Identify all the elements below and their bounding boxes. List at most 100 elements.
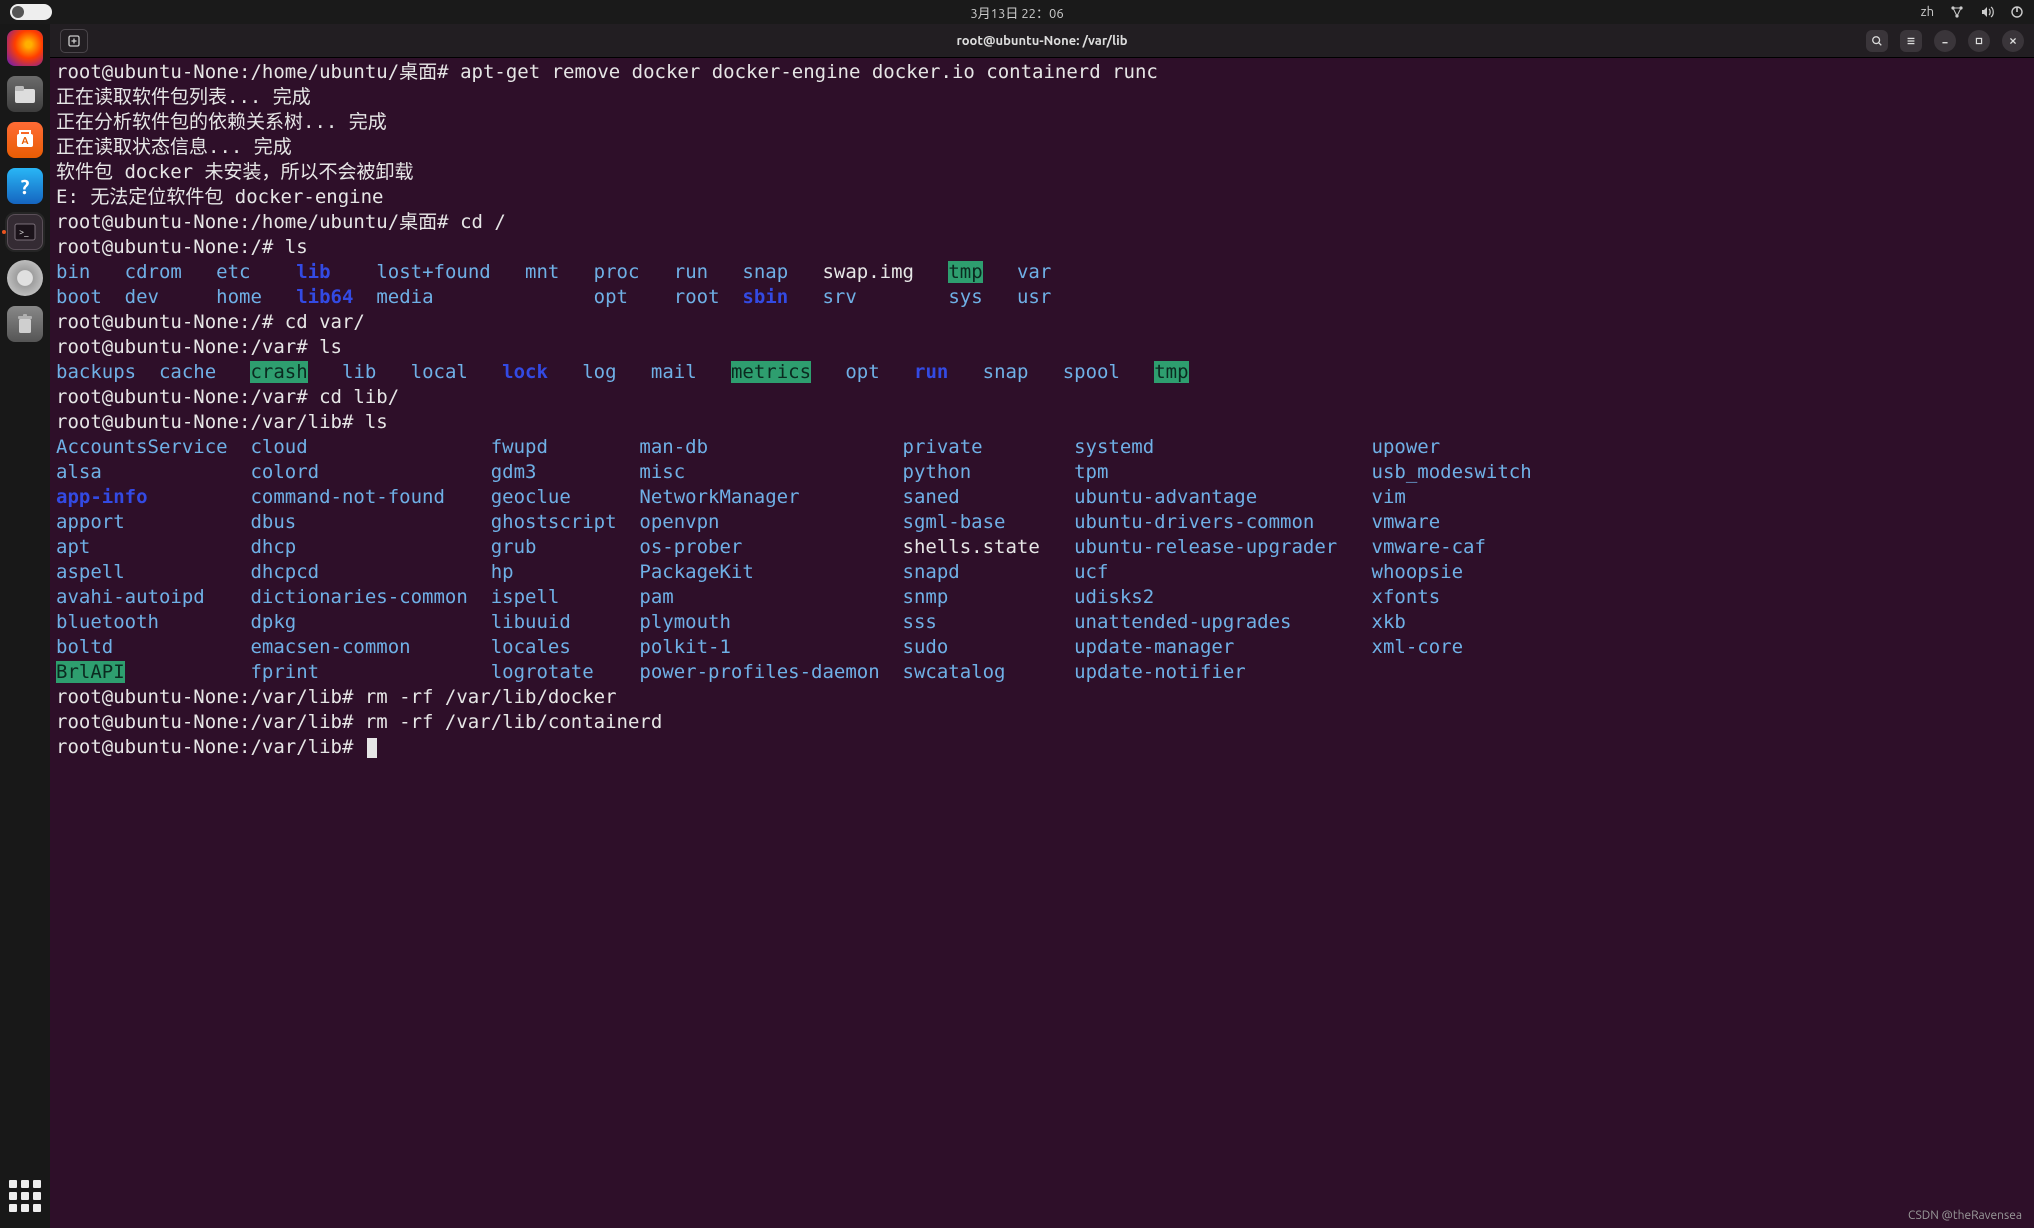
ls-entry: saned (903, 485, 1075, 510)
ls-entry: run (674, 260, 743, 285)
window-maximize-button[interactable] (1968, 30, 1990, 52)
ls-entry: bin (56, 260, 125, 285)
ls-entry: hp (491, 560, 640, 585)
ls-entry: pam (639, 585, 902, 610)
terminal-line: E: 无法定位软件包 docker-engine (56, 185, 2028, 210)
ls-entry: aspell (56, 560, 250, 585)
svg-text:>_: >_ (19, 227, 29, 237)
terminal-line: root@ubuntu-None:/var# ls (56, 335, 2028, 360)
ls-entry: app-info (56, 485, 250, 510)
terminal-line: 正在读取状态信息... 完成 (56, 135, 2028, 160)
ls-entry: BrlAPI (56, 660, 250, 685)
ls-entry: dhcpcd (250, 560, 490, 585)
ls-entry: sgml-base (903, 510, 1075, 535)
ls-entry: locales (491, 635, 640, 660)
dock-running-indicator (2, 230, 6, 234)
ls-entry: lib (296, 260, 376, 285)
ls-entry: etc (216, 260, 296, 285)
terminal-line: root@ubuntu-None:/# ls (56, 235, 2028, 260)
ls-entry: lib (342, 360, 411, 385)
ls-entry: AccountsService (56, 435, 250, 460)
ls-entry: snmp (903, 585, 1075, 610)
ls-entry: home (216, 285, 296, 310)
dock-app-help[interactable]: ? (7, 168, 43, 204)
ls-entry: avahi-autoipd (56, 585, 250, 610)
status-area[interactable]: zh (1921, 5, 2024, 19)
ls-entry: spool (1063, 360, 1155, 385)
dock-app-disk[interactable] (7, 260, 43, 296)
ls-entry: fwupd (491, 435, 640, 460)
ls-entry: vmware-caf (1372, 535, 1544, 560)
ls-entry: ucf (1074, 560, 1371, 585)
ls-entry: run (914, 360, 983, 385)
ls-entry: xml-core (1372, 635, 1544, 660)
ls-entry: tmp (948, 260, 1017, 285)
ls-entry: sudo (903, 635, 1075, 660)
terminal-line: bin cdrom etc lib lost+found mnt proc ru… (56, 260, 2028, 285)
terminal-line: backups cache crash lib local lock log m… (56, 360, 2028, 385)
ls-entry: vim (1372, 485, 1544, 510)
ls-entry: media (376, 285, 525, 310)
ls-entry: plymouth (639, 610, 902, 635)
terminal-output[interactable]: root@ubuntu-None:/home/ubuntu/桌面# apt-ge… (50, 58, 2034, 1228)
ls-entry: misc (639, 460, 902, 485)
dock-app-terminal[interactable]: >_ (7, 214, 43, 250)
activities-pill[interactable] (10, 4, 52, 20)
ls-entry: ghostscript (491, 510, 640, 535)
ls-entry: dictionaries-common (250, 585, 490, 610)
network-icon[interactable] (1950, 5, 1964, 19)
ls-entry: colord (250, 460, 490, 485)
ls-entry: apt (56, 535, 250, 560)
dock-app-firefox[interactable] (7, 30, 43, 66)
terminal-line: boltd emacsen-common locales polkit-1 su… (56, 635, 2028, 660)
terminal-line: root@ubuntu-None:/var/lib# ls (56, 410, 2028, 435)
new-tab-button[interactable] (60, 29, 88, 53)
ls-entry: NetworkManager (639, 485, 902, 510)
terminal-line: root@ubuntu-None:/home/ubuntu/桌面# apt-ge… (56, 60, 2028, 85)
ls-entry: os-prober (639, 535, 902, 560)
ls-entry: backups (56, 360, 159, 385)
ls-entry: upower (1372, 435, 1544, 460)
terminal-line: app-info command-not-found geoclue Netwo… (56, 485, 2028, 510)
volume-icon[interactable] (1980, 5, 1994, 19)
terminal-cursor (367, 738, 377, 758)
ls-entry: dev (125, 285, 217, 310)
ls-entry: gdm3 (491, 460, 640, 485)
input-language-indicator[interactable]: zh (1921, 5, 1934, 19)
window-minimize-button[interactable] (1934, 30, 1956, 52)
ls-entry: tmp (1154, 360, 1200, 385)
dock-app-software[interactable]: A (7, 122, 43, 158)
ls-entry: apport (56, 510, 250, 535)
ls-entry: xfonts (1372, 585, 1544, 610)
ls-entry: openvpn (639, 510, 902, 535)
terminal-line: 正在读取软件包列表... 完成 (56, 85, 2028, 110)
terminal-search-button[interactable] (1866, 30, 1888, 52)
ls-entry: whoopsie (1372, 560, 1544, 585)
ls-entry: snapd (903, 560, 1075, 585)
ls-entry: cloud (250, 435, 490, 460)
ls-entry: libuuid (491, 610, 640, 635)
terminal-line: root@ubuntu-None:/var/lib# rm -rf /var/l… (56, 710, 2028, 735)
ls-entry: swap.img (822, 260, 948, 285)
ls-entry: lib64 (296, 285, 376, 310)
show-applications-button[interactable] (9, 1180, 41, 1212)
ls-entry: unattended-upgrades (1074, 610, 1371, 635)
hamburger-menu-button[interactable] (1900, 30, 1922, 52)
clock[interactable]: 3月13日 22：06 (970, 3, 1063, 22)
window-close-button[interactable] (2002, 30, 2024, 52)
ls-entry: fprint (250, 660, 490, 685)
gnome-top-bar: 3月13日 22：06 zh (0, 0, 2034, 24)
dock-app-files[interactable] (7, 76, 43, 112)
ls-entry: var (1017, 260, 1074, 285)
ls-entry: cache (159, 360, 251, 385)
ls-entry: proc (594, 260, 674, 285)
ls-entry: ubuntu-advantage (1074, 485, 1371, 510)
power-icon[interactable] (2010, 5, 2024, 19)
ls-entry: boot (56, 285, 125, 310)
ls-entry: emacsen-common (250, 635, 490, 660)
ls-entry: dhcp (250, 535, 490, 560)
ls-entry: vmware (1372, 510, 1544, 535)
ls-entry: polkit-1 (639, 635, 902, 660)
dock-app-trash[interactable] (7, 306, 43, 342)
ls-entry: opt (594, 285, 674, 310)
